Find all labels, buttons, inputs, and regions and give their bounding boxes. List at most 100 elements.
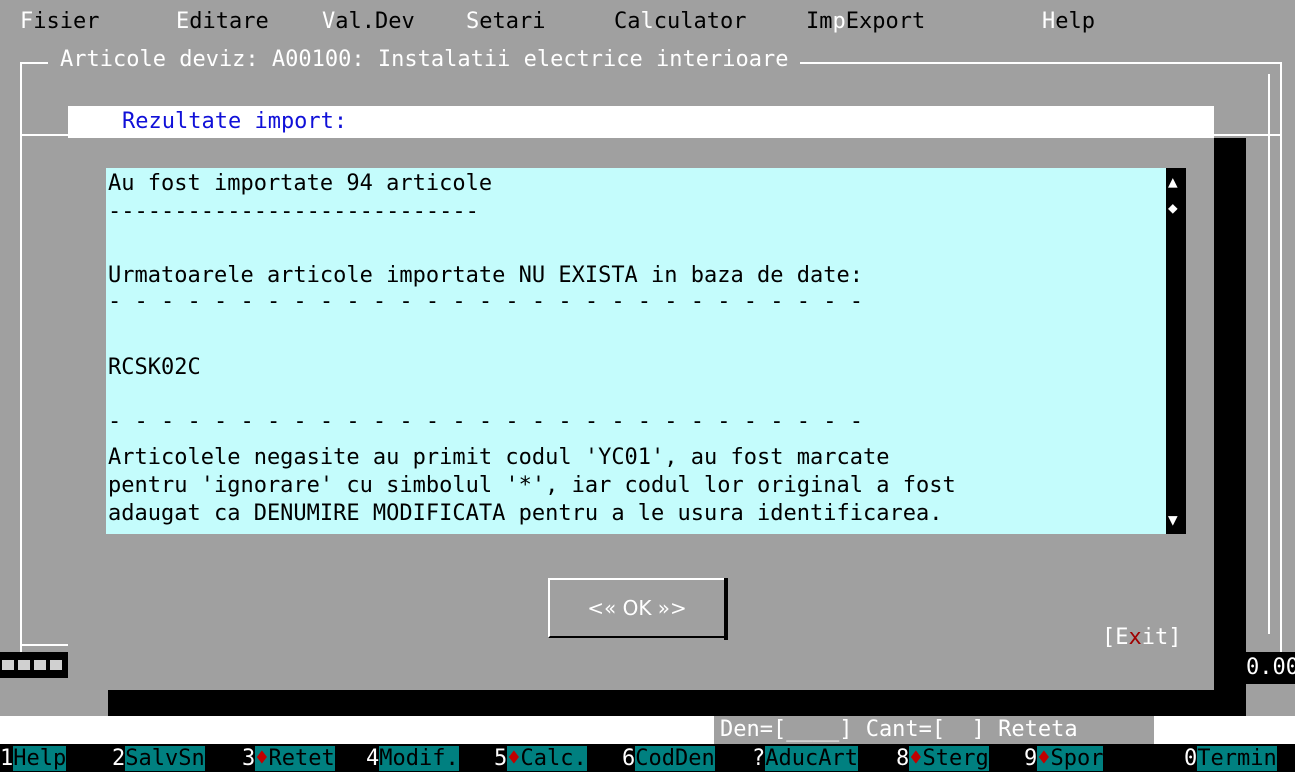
fkey-number: 0 [1184, 746, 1198, 771]
menu-fisier-label: isier [33, 9, 100, 34]
menu-calculator-label: culator [653, 9, 747, 34]
fkey-label: ♦Spor [1037, 746, 1104, 771]
fkey-label-text: Retet [268, 746, 335, 771]
result-line: - - - - - - - - - - - - - - - - - - - - … [108, 289, 863, 314]
menu-calculator-hotkey: l [640, 9, 654, 34]
dialog-shadow [1214, 138, 1246, 716]
fkey-aducart[interactable]: ?AducArt [752, 744, 858, 772]
fkey-label-text: Sterg [922, 746, 989, 771]
result-line: Articolele negasite au primit codul 'YC0… [108, 445, 890, 470]
status-blocks [0, 652, 68, 678]
menu-setari[interactable]: Setari [466, 10, 545, 34]
menu-setari-label: etari [479, 9, 546, 34]
result-line: Urmatoarele articole importate NU EXISTA… [108, 263, 863, 288]
fkey-sterg[interactable]: 8♦Sterg [896, 744, 989, 772]
menu-calculator-prefix: Ca [614, 9, 641, 34]
fkey-label-text: Spor [1050, 746, 1104, 771]
fkey-number: 1 [0, 746, 14, 771]
dialog-title: Rezultate import: [122, 109, 348, 134]
fkey-number: 8 [896, 746, 910, 771]
menu-editare-hotkey: E [176, 9, 190, 34]
fkey-number: ? [752, 746, 766, 771]
fkey-label-text: SalvSn [125, 746, 205, 771]
menu-impexport-hotkey: p [832, 9, 846, 34]
block-icon [2, 660, 14, 670]
result-line: - - - - - - - - - - - - - - - - - - - - … [108, 409, 863, 434]
results-text-area[interactable]: Au fost importate 94 articole ----------… [106, 168, 1166, 534]
fkey-number: 3 [242, 746, 256, 771]
status-line: Den=[____] Cant=[ ] Reteta [0, 716, 1295, 744]
result-line: ---------------------------- [108, 199, 479, 224]
scroll-thumb-icon[interactable]: ◆ [1168, 200, 1178, 216]
function-key-bar: 1Help 2SalvSn 3♦Retet 4Modif. 5♦Calc. 6C… [0, 744, 1295, 772]
exit-suffix: it] [1141, 625, 1182, 650]
grid-line [22, 644, 68, 646]
fkey-label: SalvSn [125, 746, 205, 771]
menu-calculator[interactable]: Calculator [614, 10, 746, 34]
fkey-marker: ♦ [1037, 746, 1051, 771]
menu-impexport[interactable]: ImpExport [806, 10, 925, 34]
fkey-label: Termin [1197, 746, 1277, 771]
fkey-label: CodDen [635, 746, 715, 771]
fkey-number: 5 [494, 746, 508, 771]
fkey-spor[interactable]: 9♦Spor [1024, 744, 1104, 772]
menu-bar: Fisier Editare Val.Dev Setari Calculator… [0, 0, 1295, 44]
fkey-retet[interactable]: 3♦Retet [242, 744, 335, 772]
total-value: 0.00 [1246, 652, 1295, 684]
fkey-marker: ♦ [909, 746, 923, 771]
menu-valdev[interactable]: Val.Dev [322, 10, 415, 34]
fkey-label: ♦Retet [255, 746, 335, 771]
menu-help-label: elp [1055, 9, 1095, 34]
fkey-termin[interactable]: 0Termin [1184, 744, 1277, 772]
block-icon [50, 660, 62, 670]
fkey-help[interactable]: 1Help [0, 744, 67, 772]
menu-help[interactable]: Help [1042, 10, 1095, 34]
dialog-shadow [108, 690, 1246, 716]
result-line: RCSK02C [108, 355, 201, 380]
import-results-dialog: Rezultate import: Au fost importate 94 a… [68, 106, 1214, 690]
window-title: Articole deviz: A00100: Instalatii elect… [48, 46, 801, 74]
grid-line [1268, 74, 1270, 634]
menu-help-hotkey: H [1042, 9, 1056, 34]
menu-fisier-hotkey: F [20, 9, 34, 34]
ok-button-shadow [724, 578, 728, 640]
block-icon [34, 660, 46, 670]
menu-fisier[interactable]: Fisier [20, 10, 99, 34]
block-icon [18, 660, 30, 670]
fkey-label: ♦Calc. [507, 746, 587, 771]
menu-editare-label: ditare [189, 9, 269, 34]
menu-valdev-hotkey: V [322, 9, 336, 34]
fkey-salvsn[interactable]: 2SalvSn [112, 744, 205, 772]
menu-impexport-label: Export [845, 9, 926, 34]
fkey-label: ♦Sterg [909, 746, 989, 771]
ok-button[interactable]: <« OK »> [548, 578, 726, 638]
menu-setari-hotkey: S [466, 9, 480, 34]
result-line: pentru 'ignorare' cu simbolul '*', iar c… [108, 473, 956, 498]
fkey-codden[interactable]: 6CodDen [622, 744, 715, 772]
dialog-titlebar: Rezultate import: [68, 106, 1214, 138]
fkey-marker: ♦ [507, 746, 521, 771]
fkey-label: Help [13, 746, 67, 771]
fkey-label-text: Calc. [520, 746, 587, 771]
fkey-label: Modif. [379, 746, 459, 771]
fkey-modif[interactable]: 4Modif. [366, 744, 459, 772]
menu-valdev-label: al.Dev [335, 9, 415, 34]
exit-prefix: [E [1102, 625, 1129, 650]
fkey-calc[interactable]: 5♦Calc. [494, 744, 587, 772]
vertical-scrollbar[interactable]: ▲ ◆ ▼ [1166, 168, 1186, 534]
fkey-marker: ♦ [255, 746, 269, 771]
result-line: Au fost importate 94 articole [108, 171, 493, 196]
fkey-number: 6 [622, 746, 636, 771]
menu-editare[interactable]: Editare [176, 10, 269, 34]
exit-button[interactable]: [Exit] [1102, 624, 1182, 652]
menu-impexport-prefix: Im [806, 9, 833, 34]
fkey-number: 9 [1024, 746, 1038, 771]
fkey-number: 2 [112, 746, 126, 771]
exit-hotkey: x [1128, 625, 1142, 650]
scroll-up-icon[interactable]: ▲ [1168, 174, 1178, 190]
status-fields: Den=[____] Cant=[ ] Reteta [714, 716, 1154, 744]
scroll-down-icon[interactable]: ▼ [1168, 512, 1178, 528]
result-line: adaugat ca DENUMIRE MODIFICATA pentru a … [108, 501, 943, 526]
fkey-label: AducArt [765, 746, 858, 771]
fkey-number: 4 [366, 746, 380, 771]
